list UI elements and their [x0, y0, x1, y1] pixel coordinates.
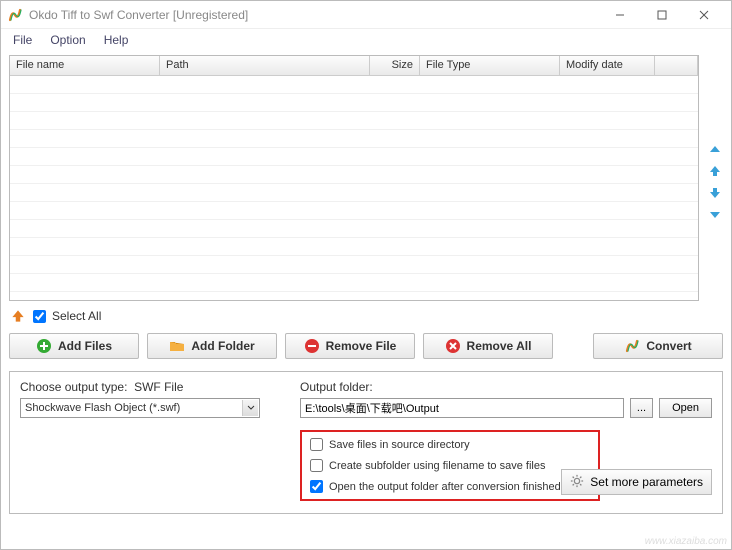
col-filetype[interactable]: File Type	[420, 56, 560, 75]
choose-output-label: Choose output type:	[20, 380, 127, 394]
select-all-input[interactable]	[33, 310, 46, 323]
options-highlight-frame: Save files in source directory Create su…	[300, 430, 600, 501]
add-files-button[interactable]: Add Files	[9, 333, 139, 359]
col-size[interactable]: Size	[370, 56, 420, 75]
gear-icon	[570, 474, 584, 491]
remove-file-button[interactable]: Remove File	[285, 333, 415, 359]
save-source-checkbox[interactable]	[310, 438, 323, 451]
output-folder-group: Output folder: ... Open Save files in so…	[300, 380, 712, 501]
remove-all-button[interactable]: Remove All	[423, 333, 553, 359]
window-buttons	[599, 2, 725, 28]
output-panel: Choose output type: SWF File Shockwave F…	[9, 371, 723, 514]
select-all-checkbox[interactable]: Select All	[33, 309, 101, 323]
move-bottom-button[interactable]	[707, 207, 725, 223]
menu-option[interactable]: Option	[42, 31, 93, 49]
file-list[interactable]: File name Path Size File Type Modify dat…	[9, 55, 699, 301]
output-type-dropdown[interactable]: Shockwave Flash Object (*.swf)	[20, 398, 260, 418]
browse-button[interactable]: ...	[630, 398, 653, 418]
set-more-parameters-button[interactable]: Set more parameters	[561, 469, 712, 495]
create-subfolder-checkbox[interactable]	[310, 459, 323, 472]
open-after-option[interactable]: Open the output folder after conversion …	[310, 480, 590, 493]
add-folder-button[interactable]: Add Folder	[147, 333, 277, 359]
output-type-short: SWF File	[134, 380, 183, 394]
menu-help[interactable]: Help	[96, 31, 137, 49]
reorder-buttons	[707, 141, 725, 223]
col-path[interactable]: Path	[160, 56, 370, 75]
select-all-row: Select All	[9, 307, 723, 325]
app-window: Okdo Tiff to Swf Converter [Unregistered…	[0, 0, 732, 550]
output-type-group: Choose output type: SWF File Shockwave F…	[20, 380, 290, 501]
chevron-down-icon	[242, 400, 258, 416]
menu-bar: File Option Help	[1, 29, 731, 51]
open-after-checkbox[interactable]	[310, 480, 323, 493]
content-area: File name Path Size File Type Modify dat…	[1, 51, 731, 549]
col-spacer	[655, 56, 698, 75]
save-source-option[interactable]: Save files in source directory	[310, 438, 590, 451]
close-button[interactable]	[683, 2, 725, 28]
move-top-button[interactable]	[707, 141, 725, 157]
title-bar: Okdo Tiff to Swf Converter [Unregistered…	[1, 1, 731, 29]
app-icon	[7, 7, 23, 23]
menu-file[interactable]: File	[5, 31, 40, 49]
maximize-button[interactable]	[641, 2, 683, 28]
move-up-button[interactable]	[707, 163, 725, 179]
select-all-label: Select All	[52, 309, 101, 323]
col-modify[interactable]: Modify date	[560, 56, 655, 75]
convert-button[interactable]: Convert	[593, 333, 723, 359]
output-folder-input[interactable]	[300, 398, 624, 418]
file-list-body[interactable]	[10, 76, 698, 300]
create-subfolder-option[interactable]: Create subfolder using filename to save …	[310, 459, 590, 472]
up-folder-icon[interactable]	[9, 307, 27, 325]
minimize-button[interactable]	[599, 2, 641, 28]
main-toolbar: Add Files Add Folder Remove File Remove …	[9, 333, 723, 359]
move-down-button[interactable]	[707, 185, 725, 201]
open-folder-button[interactable]: Open	[659, 398, 712, 418]
window-title: Okdo Tiff to Swf Converter [Unregistered…	[29, 8, 599, 22]
col-filename[interactable]: File name	[10, 56, 160, 75]
output-type-value: Shockwave Flash Object (*.swf)	[25, 402, 180, 414]
file-list-header: File name Path Size File Type Modify dat…	[10, 56, 698, 76]
output-folder-label: Output folder:	[300, 380, 712, 394]
